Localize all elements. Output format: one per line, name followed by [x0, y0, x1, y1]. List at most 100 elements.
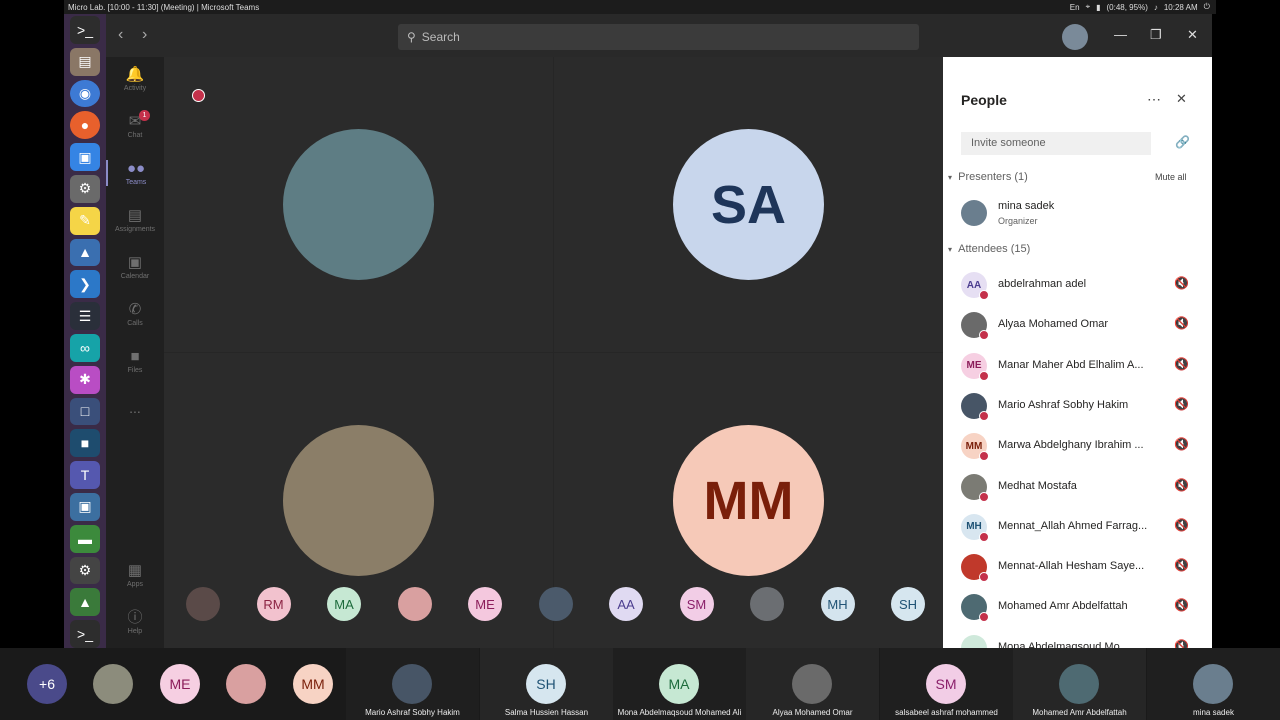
settings-icon[interactable]: ⚙: [70, 174, 100, 203]
app-icon[interactable]: ■: [70, 429, 100, 458]
participant-avatar[interactable]: [397, 587, 432, 621]
overflow-tile[interactable]: SM salsabeel ashraf mohammed: [880, 648, 1013, 720]
attendee-row[interactable]: ME Manar Maher Abd Elhalim A... 🔇: [943, 346, 1212, 386]
participant-avatar[interactable]: RM: [256, 587, 291, 621]
mic-muted-icon[interactable]: 🔇: [1174, 598, 1189, 612]
close-panel-icon[interactable]: ✕: [1176, 91, 1187, 107]
overflow-tile[interactable]: Mario Ashraf Sobhy Hakim: [346, 648, 479, 720]
participant-avatar[interactable]: [538, 587, 573, 621]
video-tile[interactable]: [164, 57, 553, 352]
app-icon[interactable]: ▬: [70, 524, 100, 553]
attendee-row[interactable]: Mario Ashraf Sobhy Hakim 🔇: [943, 386, 1212, 426]
invite-input[interactable]: Invite someone: [961, 132, 1151, 155]
android-icon[interactable]: ▲: [70, 588, 100, 617]
video-tile[interactable]: SA: [554, 57, 943, 352]
rail-calendar[interactable]: ▣ Calendar: [106, 254, 164, 280]
overflow-tile[interactable]: mina sadek: [1147, 648, 1280, 720]
presenters-header[interactable]: ▾ Presenters (1): [948, 171, 1028, 183]
more-apps-button[interactable]: ...: [106, 400, 164, 416]
participant-avatar[interactable]: [750, 587, 784, 621]
forward-arrow-icon[interactable]: ›: [142, 26, 147, 44]
attendee-row[interactable]: MM Marwa Abdelghany Ibrahim ... 🔇: [943, 426, 1212, 466]
mic-muted-icon[interactable]: 🔇: [1174, 276, 1189, 290]
notes-icon[interactable]: ✎: [70, 206, 100, 235]
app-icon[interactable]: ✱: [70, 365, 100, 394]
attendees-header[interactable]: ▾ Attendees (15): [948, 243, 1030, 255]
wifi-icon[interactable]: ⌖: [1086, 2, 1091, 12]
search-icon: ⚲: [407, 30, 416, 44]
volume-icon[interactable]: ♪: [1154, 3, 1158, 12]
participant-avatar: SM: [926, 664, 966, 704]
search-input[interactable]: ⚲ Search: [398, 24, 919, 50]
participant-avatar[interactable]: [186, 587, 220, 621]
mic-muted-icon[interactable]: 🔇: [1174, 478, 1189, 492]
participant-avatar[interactable]: ME: [468, 587, 502, 621]
participant-avatar[interactable]: MA: [327, 587, 361, 621]
overflow-tile[interactable]: Mohamed Amr Abdelfattah: [1013, 648, 1146, 720]
rail-calls[interactable]: ✆ Calls: [106, 301, 164, 327]
lang-indicator[interactable]: En: [1070, 3, 1080, 12]
overflow-tile[interactable]: SH Salma Hussien Hassan: [480, 648, 613, 720]
overflow-tile[interactable]: Alyaa Mohamed Omar: [746, 648, 879, 720]
mic-muted-icon[interactable]: 🔇: [1174, 518, 1189, 532]
virtualbox-icon[interactable]: □: [70, 397, 100, 426]
chrome-icon[interactable]: ◉: [70, 79, 100, 108]
clock[interactable]: 10:28 AM: [1164, 3, 1198, 12]
rail-help[interactable]: ⓘ Help: [106, 609, 164, 635]
back-arrow-icon[interactable]: ‹: [118, 26, 123, 44]
attendee-row[interactable]: Mohamed Amr Abdelfattah 🔇: [943, 587, 1212, 627]
rail-teams[interactable]: ●● Teams: [106, 160, 164, 186]
attendee-row[interactable]: Alyaa Mohamed Omar 🔇: [943, 305, 1212, 345]
mic-muted-icon[interactable]: 🔇: [1174, 316, 1189, 330]
link-icon[interactable]: 🔗: [1175, 135, 1190, 149]
file-icon: ■: [130, 348, 140, 365]
overflow-tile[interactable]: [226, 648, 276, 720]
terminal-icon[interactable]: >_: [70, 16, 100, 44]
rail-activity[interactable]: 🔔 Activity: [106, 66, 164, 92]
firefox-icon[interactable]: ●: [70, 111, 100, 140]
arduino-icon[interactable]: ∞: [70, 333, 100, 362]
attendee-row[interactable]: Mennat-Allah Hesham Saye... 🔇: [943, 547, 1212, 587]
files-icon[interactable]: ▤: [70, 47, 100, 76]
mic-muted-icon[interactable]: 🔇: [1174, 357, 1189, 371]
app-icon[interactable]: ▣: [70, 492, 100, 521]
participant-avatar[interactable]: SM: [679, 587, 714, 621]
rail-assignments[interactable]: ▤ Assignments: [106, 207, 164, 233]
overflow-tile[interactable]: ME: [160, 648, 210, 720]
mic-muted-icon[interactable]: 🔇: [1174, 397, 1189, 411]
overflow-tile[interactable]: MM: [293, 648, 343, 720]
profile-avatar[interactable]: [1062, 24, 1088, 50]
teams-app-icon[interactable]: T: [70, 461, 100, 489]
terminal-icon[interactable]: >_: [70, 620, 100, 648]
more-options-icon[interactable]: ⋯: [1147, 91, 1161, 108]
attendee-row[interactable]: Medhat Mostafa 🔇: [943, 467, 1212, 507]
power-icon[interactable]: ⏻: [1204, 2, 1210, 12]
rail-chat[interactable]: ✉ Chat 1: [106, 110, 164, 139]
rail-files[interactable]: ■ Files: [106, 348, 164, 374]
mic-muted-icon[interactable]: 🔇: [1174, 558, 1189, 572]
organizer-row[interactable]: mina sadek Organizer: [943, 193, 1212, 233]
vscode-icon[interactable]: ❯: [70, 270, 100, 299]
participant-avatar: [226, 664, 266, 704]
overflow-tile[interactable]: MA Mona Abdelmaqsoud Mohamed Ali: [613, 648, 746, 720]
participant-avatar[interactable]: SH: [891, 587, 925, 621]
eclipse-icon[interactable]: ☰: [70, 302, 100, 330]
participant-avatar[interactable]: MH: [820, 587, 855, 621]
mute-all-button[interactable]: Mute all: [1155, 172, 1187, 182]
search-placeholder: Search: [421, 30, 460, 44]
matlab-icon[interactable]: ▲: [70, 238, 100, 267]
overflow-tile[interactable]: [93, 648, 143, 720]
overflow-tile[interactable]: +6: [27, 648, 77, 720]
maximize-icon[interactable]: ❐: [1150, 27, 1162, 43]
rail-apps[interactable]: ▦ Apps: [106, 562, 164, 588]
close-window-icon[interactable]: ✕: [1187, 27, 1198, 43]
mic-muted-icon[interactable]: 🔇: [1174, 437, 1189, 451]
battery-icon[interactable]: ▮: [1096, 3, 1100, 12]
minimize-icon[interactable]: —: [1114, 27, 1127, 42]
participant-avatar[interactable]: AA: [609, 587, 643, 621]
calendar-app-icon[interactable]: ▣: [70, 143, 100, 171]
participant-name: Mohamed Amr Abdelfattah: [1032, 708, 1127, 717]
app-icon[interactable]: ⚙: [70, 556, 100, 585]
attendee-row[interactable]: MH Mennat_Allah Ahmed Farrag... 🔇: [943, 507, 1212, 547]
attendee-row[interactable]: AA abdelrahman adel 🔇: [943, 265, 1212, 305]
